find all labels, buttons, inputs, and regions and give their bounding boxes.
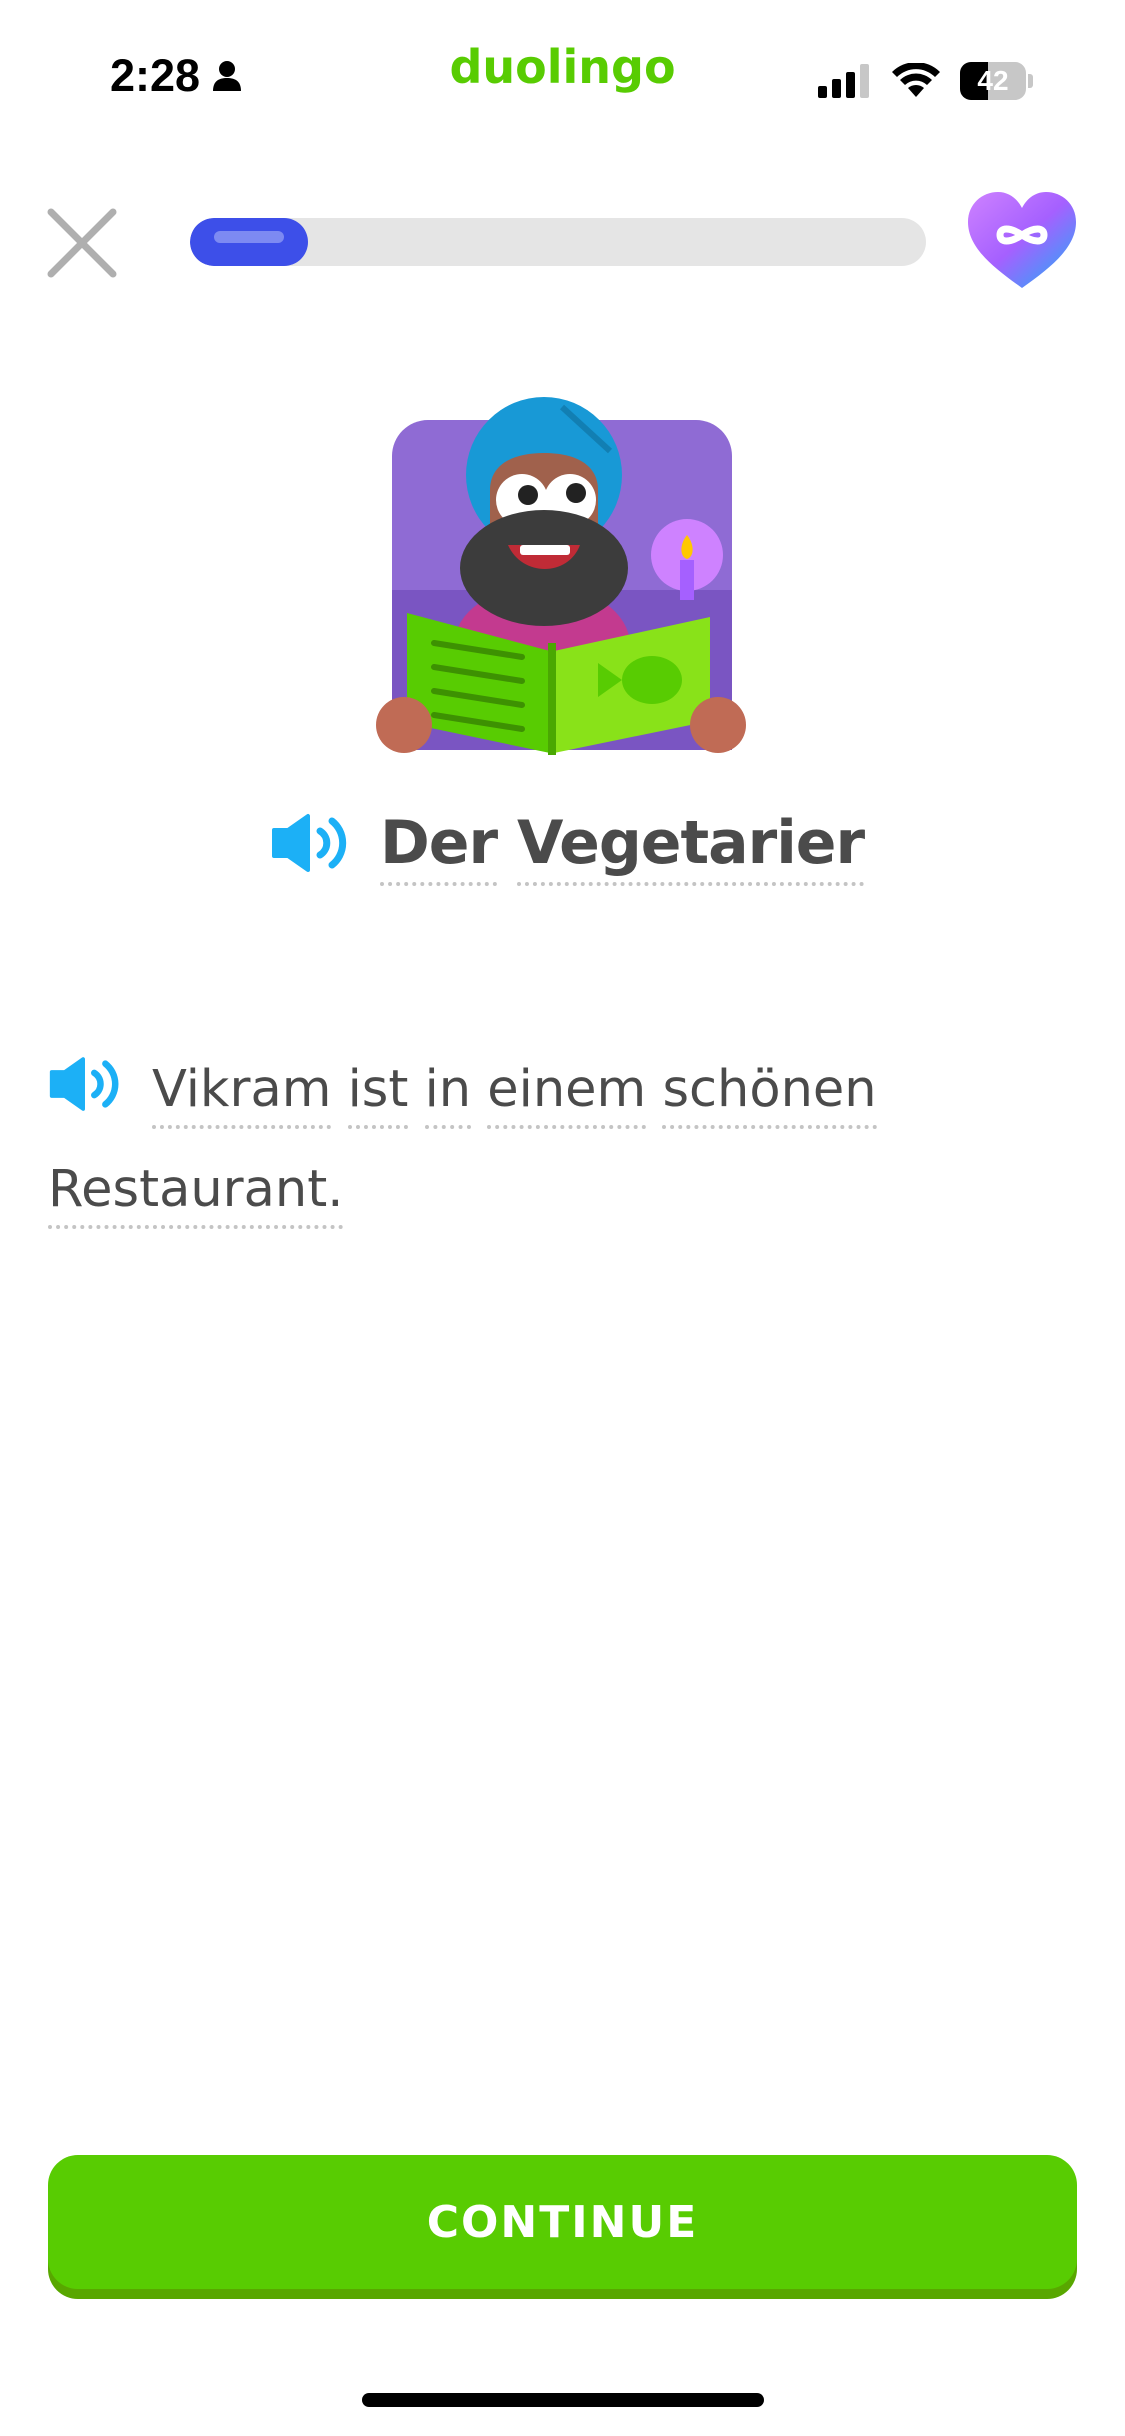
- wifi-icon: [892, 63, 940, 97]
- sentence-word[interactable]: schönen: [662, 1060, 877, 1129]
- story-line: Vikram ist in einem schönen Restaurant.: [48, 1040, 1068, 1240]
- status-bar-right: 42: [818, 62, 1034, 100]
- speaker-icon[interactable]: [48, 1055, 122, 1113]
- title-word[interactable]: Der: [380, 808, 498, 886]
- battery-icon: 42: [960, 62, 1034, 100]
- vikram-reading-menu-illustration: [376, 397, 746, 755]
- story-title-text: Der Vegetarier: [380, 808, 865, 886]
- continue-button-container: CONTINUE: [48, 2155, 1077, 2299]
- battery-level-text: 42: [977, 65, 1009, 96]
- lesson-progress-fill: [190, 218, 308, 266]
- sentence-word[interactable]: einem: [487, 1060, 647, 1129]
- title-word[interactable]: Vegetarier: [516, 808, 865, 886]
- story-title: Der Vegetarier: [270, 808, 865, 886]
- sentence-word[interactable]: Vikram: [152, 1060, 332, 1129]
- continue-button[interactable]: CONTINUE: [48, 2155, 1077, 2289]
- cellular-signal-icon: [818, 64, 869, 98]
- close-button[interactable]: [44, 205, 120, 281]
- sentence-word[interactable]: Restaurant.: [48, 1160, 344, 1229]
- sentence-word[interactable]: ist: [347, 1060, 409, 1129]
- sentence-word[interactable]: in: [424, 1060, 472, 1129]
- close-icon: [47, 208, 117, 278]
- speaker-icon[interactable]: [270, 812, 350, 874]
- lesson-progress-bar: [190, 218, 926, 266]
- infinity-heart-icon[interactable]: [964, 188, 1080, 292]
- home-indicator[interactable]: [362, 2393, 764, 2407]
